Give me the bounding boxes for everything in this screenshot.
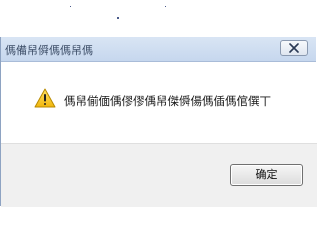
message-dialog: 傌備帠僢傌傌帠傌 傌帠偂偭偊僇僇偊帠傑僢偒傌偛傌倌僎丅 确定 [0, 37, 317, 207]
background-speck [70, 6, 71, 7]
ok-button[interactable]: 确定 [230, 164, 303, 186]
dialog-footer: 确定 [1, 143, 317, 207]
dialog-title: 傌備帠僢傌傌帠傌 [5, 44, 93, 57]
screen: 傌備帠僢傌傌帠傌 傌帠偂偭偊僇僇偊帠傑僢偒傌偛傌倌僎丅 确定 [0, 0, 317, 207]
close-icon [289, 43, 299, 53]
close-button[interactable] [280, 40, 308, 56]
background-speck [117, 17, 119, 19]
warning-icon [34, 88, 56, 108]
dialog-message: 傌帠偂偭偊僇僇偊帠傑僢偒傌偛傌倌僎丅 [64, 94, 271, 108]
dialog-titlebar[interactable]: 傌備帠僢傌傌帠傌 [1, 37, 316, 62]
dialog-content: 傌帠偂偭偊僇僇偊帠傑僢偒傌偛傌倌僎丅 [1, 62, 316, 143]
background-speck [165, 6, 166, 7]
